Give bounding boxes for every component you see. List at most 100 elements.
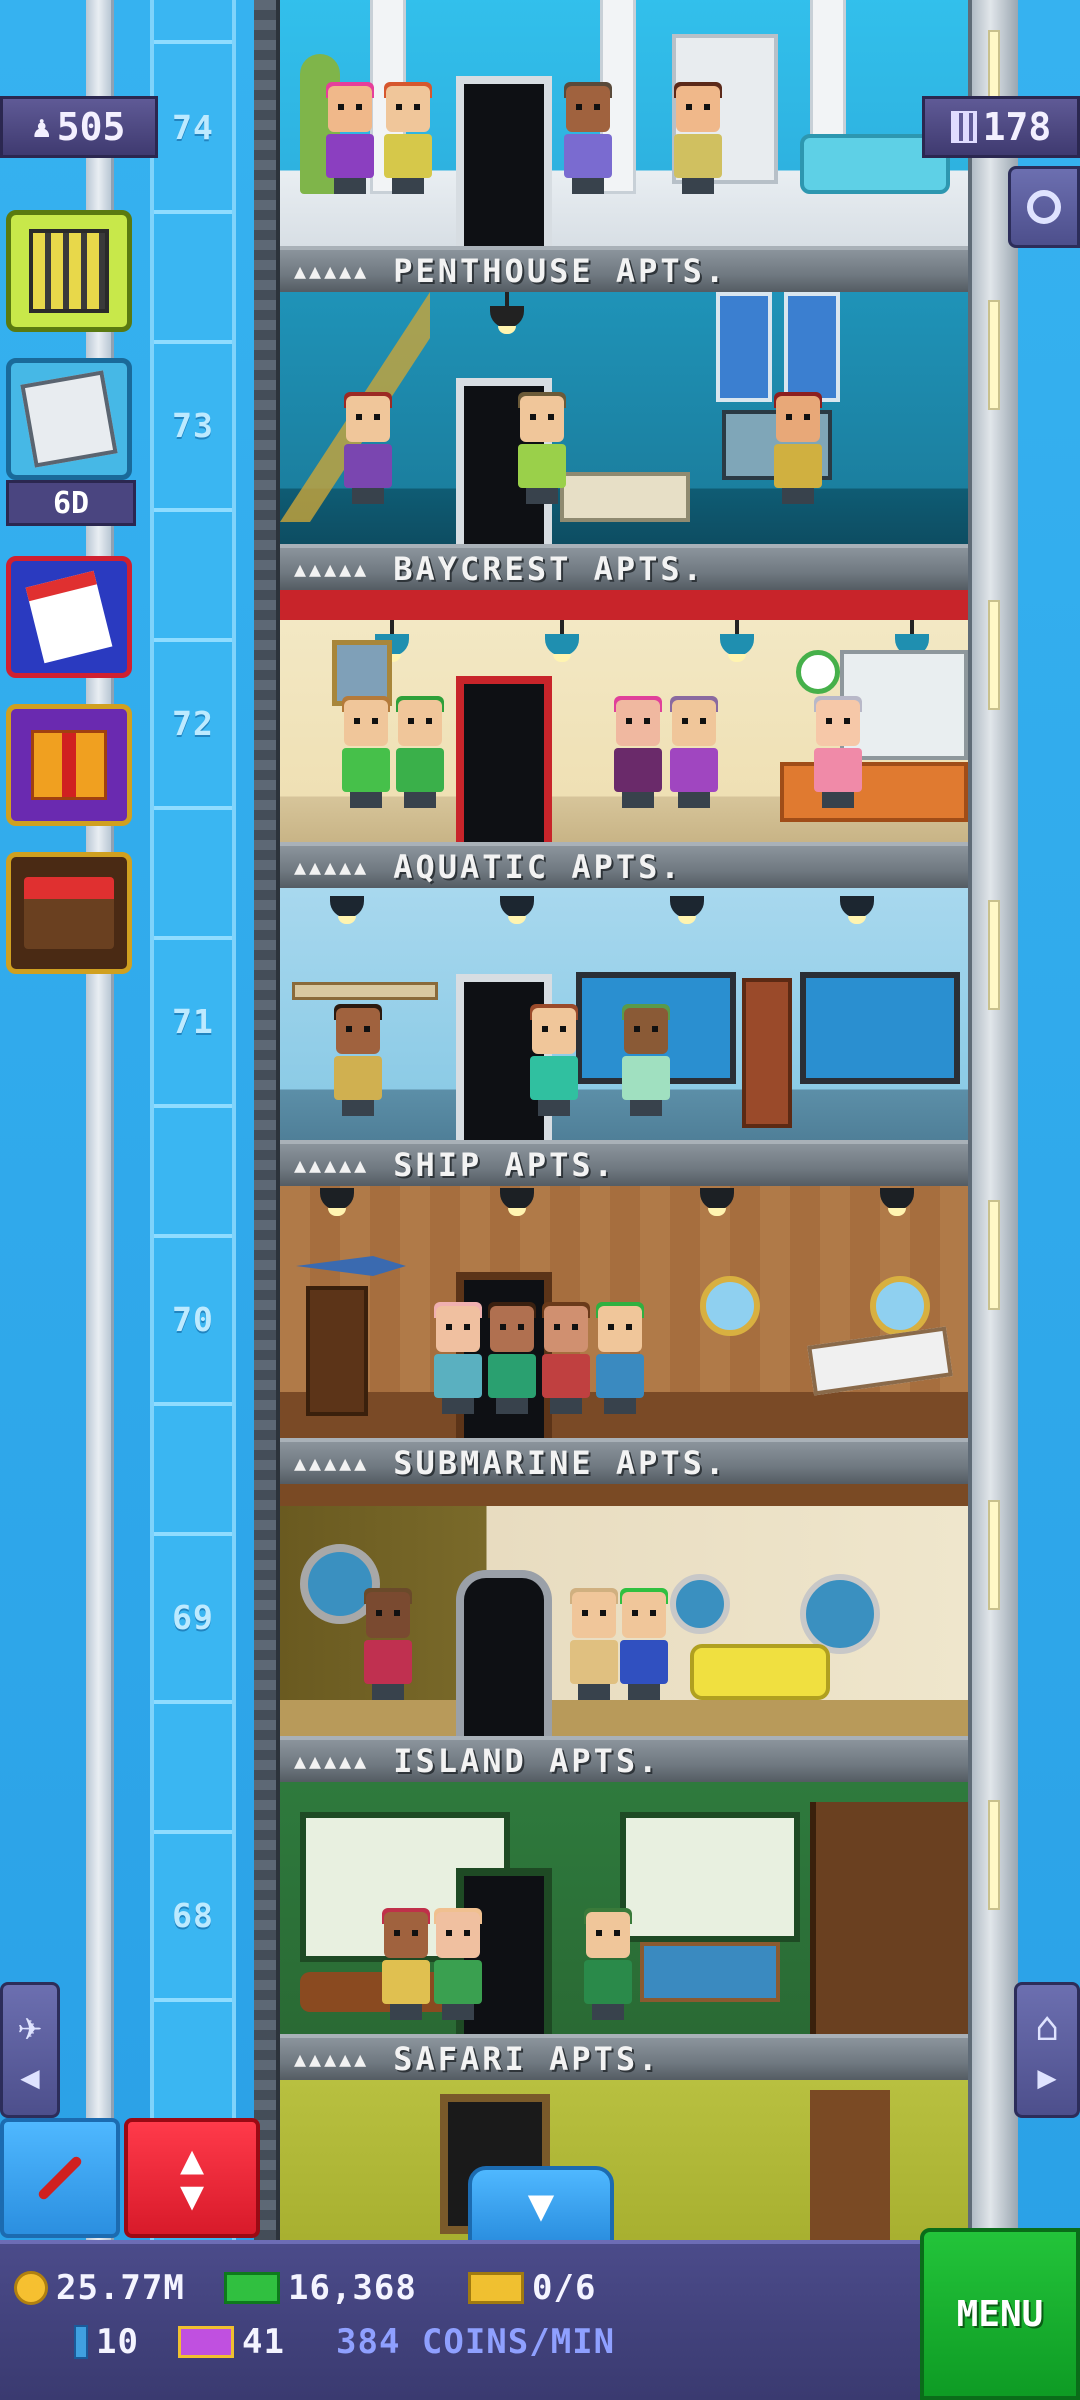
elevator-window (988, 1200, 1000, 1310)
bitizen[interactable] (378, 1908, 434, 2020)
bitizen[interactable] (484, 1302, 540, 1414)
floor-island[interactable]: ▲▲▲▲▲ ISLAND APTS. (280, 1484, 968, 1782)
coins-stat[interactable]: 25.77M (14, 2268, 185, 2308)
ruler-tick (154, 936, 232, 940)
window (620, 1812, 800, 1942)
floor-ship[interactable]: ▲▲▲▲▲ SHIP APTS. (280, 888, 968, 1186)
sofa (690, 1644, 830, 1700)
bitizen[interactable] (770, 392, 826, 504)
bitizen[interactable] (566, 1588, 622, 1700)
lobby-nav-button[interactable]: ✈ ◀ (0, 1982, 60, 2118)
bookshelf (306, 1286, 368, 1416)
coin-icon (14, 2271, 48, 2305)
bitizen[interactable] (430, 1908, 486, 2020)
ruler-tick (154, 1998, 232, 2002)
bitizen[interactable] (538, 1302, 594, 1414)
calendar-button[interactable] (6, 556, 132, 678)
menu-button[interactable]: MENU (920, 2228, 1080, 2400)
building-left-wall (254, 0, 280, 2240)
bitizen[interactable] (338, 696, 394, 808)
bitizen[interactable] (392, 696, 448, 808)
person-icon: ♟ (32, 109, 51, 145)
keys-stat[interactable]: 10 (74, 2322, 139, 2362)
key-icon (74, 2325, 88, 2359)
clipboard-icon (20, 370, 118, 468)
keys-value: 10 (96, 2322, 139, 2362)
room-penthouse (280, 0, 968, 246)
bitizen[interactable] (670, 82, 726, 194)
ceiling-lamp (720, 634, 754, 662)
wall-clock (796, 650, 840, 694)
bitizen[interactable] (618, 1004, 674, 1116)
scroll-rail[interactable] (86, 0, 114, 2240)
population-counter[interactable]: ♟ 505 (0, 96, 158, 158)
floor-name: AQUATIC APTS. (393, 848, 683, 886)
elevator-window (988, 1800, 1000, 1910)
elevator-window (988, 300, 1000, 410)
spotlight (840, 896, 874, 924)
bitizen[interactable] (322, 82, 378, 194)
floor-submarine[interactable]: ▲▲▲▲▲ SUBMARINE APTS. (280, 1186, 968, 1484)
aquarium (800, 972, 960, 1084)
magnifier-icon (1027, 190, 1061, 224)
missions-button[interactable] (6, 358, 132, 480)
bitizen[interactable] (666, 696, 722, 808)
ruler-tick (154, 40, 232, 44)
elevator-button[interactable]: ▲ ▼ (124, 2118, 260, 2238)
vip-stat[interactable]: 41 (178, 2322, 285, 2362)
bitizen[interactable] (526, 1004, 582, 1116)
bitizen[interactable] (592, 1302, 648, 1414)
bitizen[interactable] (610, 696, 666, 808)
spotlight (500, 896, 534, 924)
floor-sign: ▲▲▲▲▲ SAFARI APTS. (280, 2034, 968, 2080)
bitizen[interactable] (580, 1908, 636, 2020)
resource-bar (0, 2240, 1080, 2400)
floor-sign: ▲▲▲▲▲ BAYCREST APTS. (280, 544, 968, 590)
floors-counter[interactable]: 178 (922, 96, 1080, 158)
home-icon: ⌂ (1034, 2004, 1060, 2050)
elevator-window (988, 1500, 1000, 1610)
floor-number: 71 (172, 1002, 214, 1041)
home-nav-button[interactable]: ⌂ ▶ (1014, 1982, 1080, 2118)
build-button[interactable] (6, 210, 132, 332)
pin-button[interactable] (0, 2118, 120, 2238)
floor-number: 72 (172, 704, 214, 743)
search-button[interactable] (1008, 166, 1080, 248)
ruler-tick (154, 638, 232, 642)
bux-stat[interactable]: 16,368 (224, 2268, 417, 2308)
star-rating: ▲▲▲▲▲ (294, 1451, 370, 1475)
scroll-down-button[interactable]: ▼ (468, 2166, 614, 2244)
floor-safari[interactable]: ▲▲▲▲▲ SAFARI APTS. (280, 1782, 968, 2080)
airplane-icon: ✈ (17, 2004, 43, 2050)
tickets-stat[interactable]: 0/6 (468, 2268, 596, 2308)
shop-button[interactable] (6, 852, 132, 974)
bitizen[interactable] (810, 696, 866, 808)
floor-aquatic[interactable]: ▲▲▲▲▲ AQUATIC APTS. (280, 590, 968, 888)
gift-button[interactable] (6, 704, 132, 826)
lantern (320, 1188, 354, 1216)
lantern (880, 1188, 914, 1216)
bitizen[interactable] (330, 1004, 386, 1116)
floor-name: SHIP APTS. (393, 1146, 616, 1184)
bitizen[interactable] (360, 1588, 416, 1700)
ceiling-lamp (490, 306, 524, 334)
floor-boards (280, 1700, 968, 1736)
star-rating: ▲▲▲▲▲ (294, 2047, 370, 2071)
floor-penthouse[interactable]: ▲▲▲▲▲ PENTHOUSE APTS. (280, 0, 968, 292)
bux-value: 16,368 (288, 2268, 417, 2308)
bitizen[interactable] (430, 1302, 486, 1414)
aquatic-door (456, 676, 552, 842)
bitizen[interactable] (340, 392, 396, 504)
floor-partial (280, 2080, 968, 2240)
tickets-value: 0/6 (532, 2268, 597, 2308)
bitizen[interactable] (616, 1588, 672, 1700)
bitizen[interactable] (380, 82, 436, 194)
market-stall-icon (24, 877, 114, 949)
floor-baycrest[interactable]: ▲▲▲▲▲ BAYCREST APTS. (280, 292, 968, 590)
spotlight (670, 896, 704, 924)
ruler-tick (154, 210, 232, 214)
wall-art (784, 292, 840, 402)
ticket-icon (468, 2272, 524, 2304)
bitizen[interactable] (514, 392, 570, 504)
bitizen[interactable] (560, 82, 616, 194)
